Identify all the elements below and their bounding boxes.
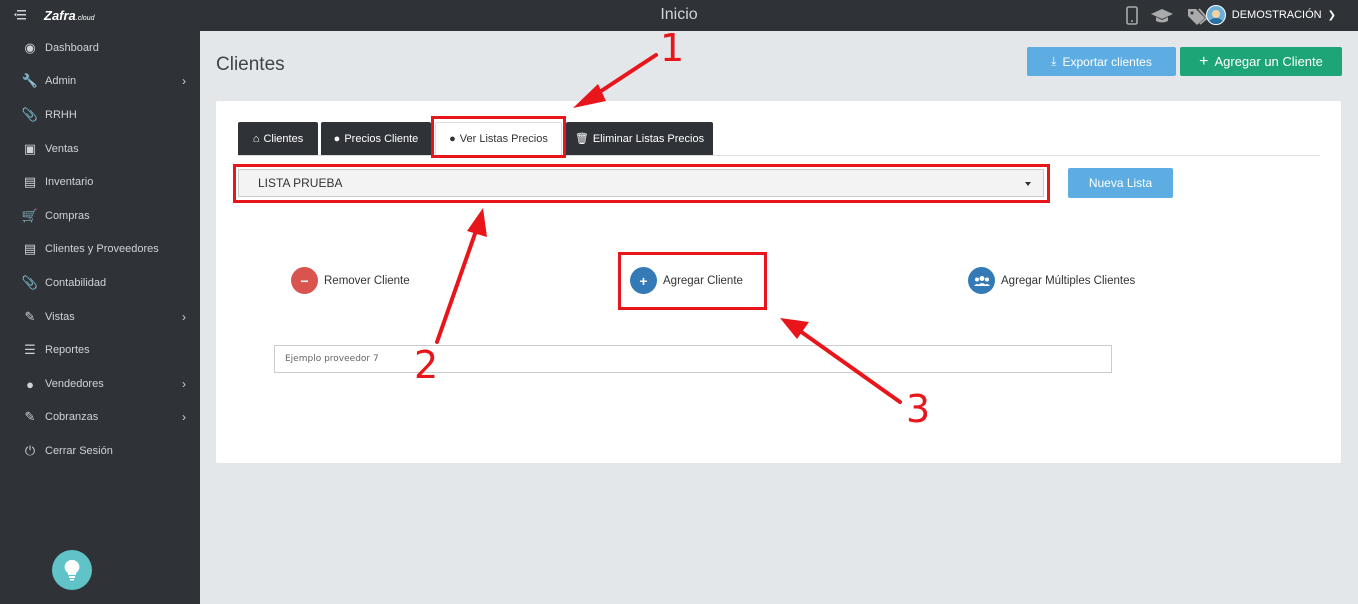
annotation-arrows (435, 53, 902, 404)
arrow-1-line (590, 53, 658, 99)
annotation-number-1: 1 (660, 26, 685, 70)
arrow-2-head (467, 208, 487, 237)
annotation-number-3: 3 (906, 387, 931, 431)
arrow-1-head (573, 84, 606, 108)
annotation-number-2: 2 (414, 343, 439, 387)
arrow-2-line (435, 226, 479, 344)
arrow-3-line (798, 329, 902, 404)
